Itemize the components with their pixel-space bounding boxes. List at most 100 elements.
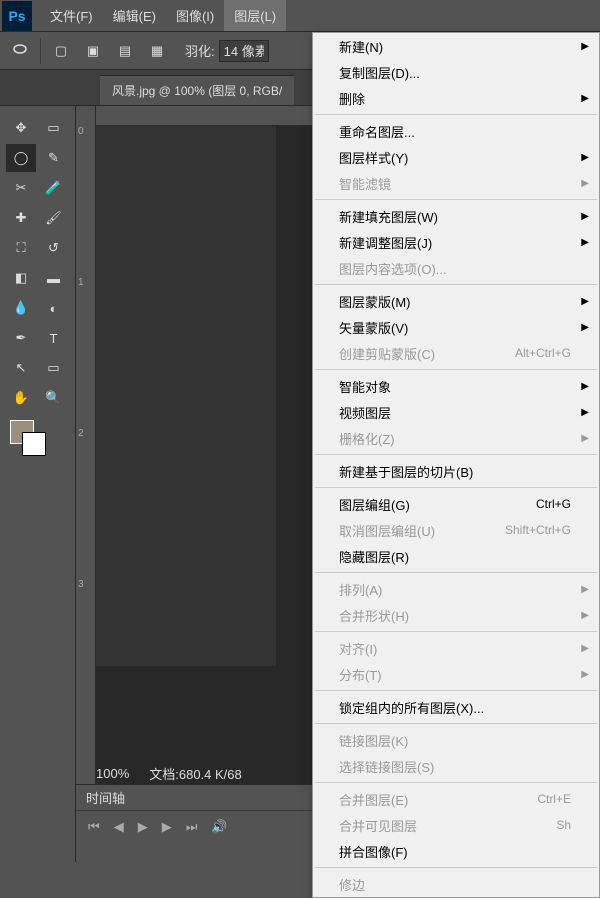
prev-frame-icon[interactable]: ◀: [114, 819, 124, 835]
stamp-tool-icon[interactable]: ⛶: [6, 234, 36, 262]
sel-add-icon[interactable]: ▣: [81, 39, 105, 63]
menu-item[interactable]: 图层蒙版(M)▶: [313, 288, 599, 314]
menu-item[interactable]: 重命名图层...: [313, 118, 599, 144]
menu-item: 链接图层(K): [313, 727, 599, 753]
color-swatches[interactable]: [0, 420, 75, 460]
sel-intersect-icon[interactable]: ▦: [145, 39, 169, 63]
menu-item[interactable]: 新建调整图层(J)▶: [313, 229, 599, 255]
status-bar: 100% 文档:680.4 K/68: [96, 762, 242, 784]
pen-tool-icon[interactable]: ✒: [6, 324, 36, 352]
menu-item: 栅格化(Z)▶: [313, 425, 599, 451]
lasso-tool-icon[interactable]: ◯: [6, 144, 36, 172]
feather-control: 羽化:: [185, 40, 269, 62]
feather-label: 羽化:: [185, 41, 215, 60]
separator: [40, 38, 41, 64]
menu-separator: [315, 867, 597, 868]
submenu-arrow-icon: ▶: [581, 237, 589, 248]
shortcut-label: Shift+Ctrl+G: [505, 523, 571, 537]
background-swatch[interactable]: [22, 432, 46, 456]
menu-separator: [315, 454, 597, 455]
blur-tool-icon[interactable]: 💧: [6, 294, 36, 322]
shortcut-label: Sh: [556, 818, 571, 832]
menu-item: 合并图层(E)Ctrl+E: [313, 786, 599, 812]
submenu-arrow-icon: ▶: [581, 152, 589, 163]
menu-separator: [315, 369, 597, 370]
shape-tool-icon[interactable]: ▭: [39, 354, 69, 382]
path-tool-icon[interactable]: ↖: [6, 354, 36, 382]
menu-item[interactable]: 锁定组内的所有图层(X)...: [313, 694, 599, 720]
marquee-tool-icon[interactable]: ▭: [39, 114, 69, 142]
menu-item: 排列(A)▶: [313, 576, 599, 602]
menu-item: 合并形状(H)▶: [313, 602, 599, 628]
menu-item: 取消图层编组(U)Shift+Ctrl+G: [313, 517, 599, 543]
app-logo: Ps: [2, 1, 32, 31]
layer-menu-dropdown: 新建(N)▶复制图层(D)...删除▶重命名图层...图层样式(Y)▶智能滤镜▶…: [312, 32, 600, 898]
menu-separator: [315, 284, 597, 285]
tools-panel: ✥ ▭ ◯ ✎ ✂ 🧪 ✚ 🖌 ⛶ ↺ ◧ ▬ 💧 ◐ ✒ T ↖ ▭ ✋ 🔍: [0, 106, 76, 862]
feather-input[interactable]: [219, 40, 269, 62]
menu-item: 选择链接图层(S): [313, 753, 599, 779]
menu-item[interactable]: 隐藏图层(R): [313, 543, 599, 569]
menu-item[interactable]: 图层样式(Y)▶: [313, 144, 599, 170]
submenu-arrow-icon: ▶: [581, 407, 589, 418]
last-frame-icon[interactable]: ⏭: [186, 819, 198, 835]
menu-0[interactable]: 文件(F): [40, 0, 103, 31]
dodge-tool-icon[interactable]: ◐: [39, 294, 69, 322]
zoom-tool-icon[interactable]: 🔍: [39, 384, 69, 412]
gradient-tool-icon[interactable]: ▬: [39, 264, 69, 292]
menu-item[interactable]: 拼合图像(F): [313, 838, 599, 864]
menu-separator: [315, 199, 597, 200]
audio-icon[interactable]: 🔊: [211, 819, 227, 835]
menu-item[interactable]: 矢量蒙版(V)▶: [313, 314, 599, 340]
healing-tool-icon[interactable]: ✚: [6, 204, 36, 232]
menu-separator: [315, 723, 597, 724]
menu-item[interactable]: 新建(N)▶: [313, 33, 599, 59]
sel-sub-icon[interactable]: ▤: [113, 39, 137, 63]
submenu-arrow-icon: ▶: [581, 584, 589, 595]
menu-separator: [315, 690, 597, 691]
lasso-icon[interactable]: [8, 39, 32, 63]
submenu-arrow-icon: ▶: [581, 669, 589, 680]
sel-new-icon[interactable]: ▢: [49, 39, 73, 63]
menu-item[interactable]: 复制图层(D)...: [313, 59, 599, 85]
hand-tool-icon[interactable]: ✋: [6, 384, 36, 412]
menu-item: 修边: [313, 871, 599, 897]
zoom-level[interactable]: 100%: [96, 766, 129, 781]
menu-item[interactable]: 新建填充图层(W)▶: [313, 203, 599, 229]
menu-item[interactable]: 智能对象▶: [313, 373, 599, 399]
next-frame-icon[interactable]: ▶: [162, 819, 172, 835]
menu-item[interactable]: 图层编组(G)Ctrl+G: [313, 491, 599, 517]
canvas[interactable]: [96, 126, 276, 666]
submenu-arrow-icon: ▶: [581, 610, 589, 621]
menu-item[interactable]: 删除▶: [313, 85, 599, 111]
brush-tool-icon[interactable]: 🖌: [39, 204, 69, 232]
move-tool-icon[interactable]: ✥: [6, 114, 36, 142]
ruler-vertical: 0 1 2 3: [76, 106, 96, 822]
menu-2[interactable]: 图像(I): [166, 0, 224, 31]
history-brush-tool-icon[interactable]: ↺: [39, 234, 69, 262]
first-frame-icon[interactable]: ⏮: [88, 819, 100, 835]
doc-size: 文档:680.4 K/68: [149, 764, 242, 783]
menu-separator: [315, 782, 597, 783]
shortcut-label: Ctrl+E: [537, 792, 571, 806]
type-tool-icon[interactable]: T: [39, 324, 69, 352]
menu-1[interactable]: 编辑(E): [103, 0, 166, 31]
eyedropper-tool-icon[interactable]: 🧪: [39, 174, 69, 202]
document-tab[interactable]: 风景.jpg @ 100% (图层 0, RGB/: [100, 75, 294, 105]
menu-item[interactable]: 视频图层▶: [313, 399, 599, 425]
menu-item[interactable]: 新建基于图层的切片(B): [313, 458, 599, 484]
menu-3[interactable]: 图层(L): [224, 0, 286, 31]
menubar: Ps 文件(F)编辑(E)图像(I)图层(L): [0, 0, 600, 32]
crop-tool-icon[interactable]: ✂: [6, 174, 36, 202]
quickselect-tool-icon[interactable]: ✎: [39, 144, 69, 172]
menu-item: 创建剪贴蒙版(C)Alt+Ctrl+G: [313, 340, 599, 366]
submenu-arrow-icon: ▶: [581, 41, 589, 52]
submenu-arrow-icon: ▶: [581, 211, 589, 222]
submenu-arrow-icon: ▶: [581, 381, 589, 392]
eraser-tool-icon[interactable]: ◧: [6, 264, 36, 292]
menu-separator: [315, 572, 597, 573]
play-icon[interactable]: ▶: [138, 819, 148, 835]
menu-item: 图层内容选项(O)...: [313, 255, 599, 281]
submenu-arrow-icon: ▶: [581, 93, 589, 104]
menu-item: 合并可见图层Sh: [313, 812, 599, 838]
